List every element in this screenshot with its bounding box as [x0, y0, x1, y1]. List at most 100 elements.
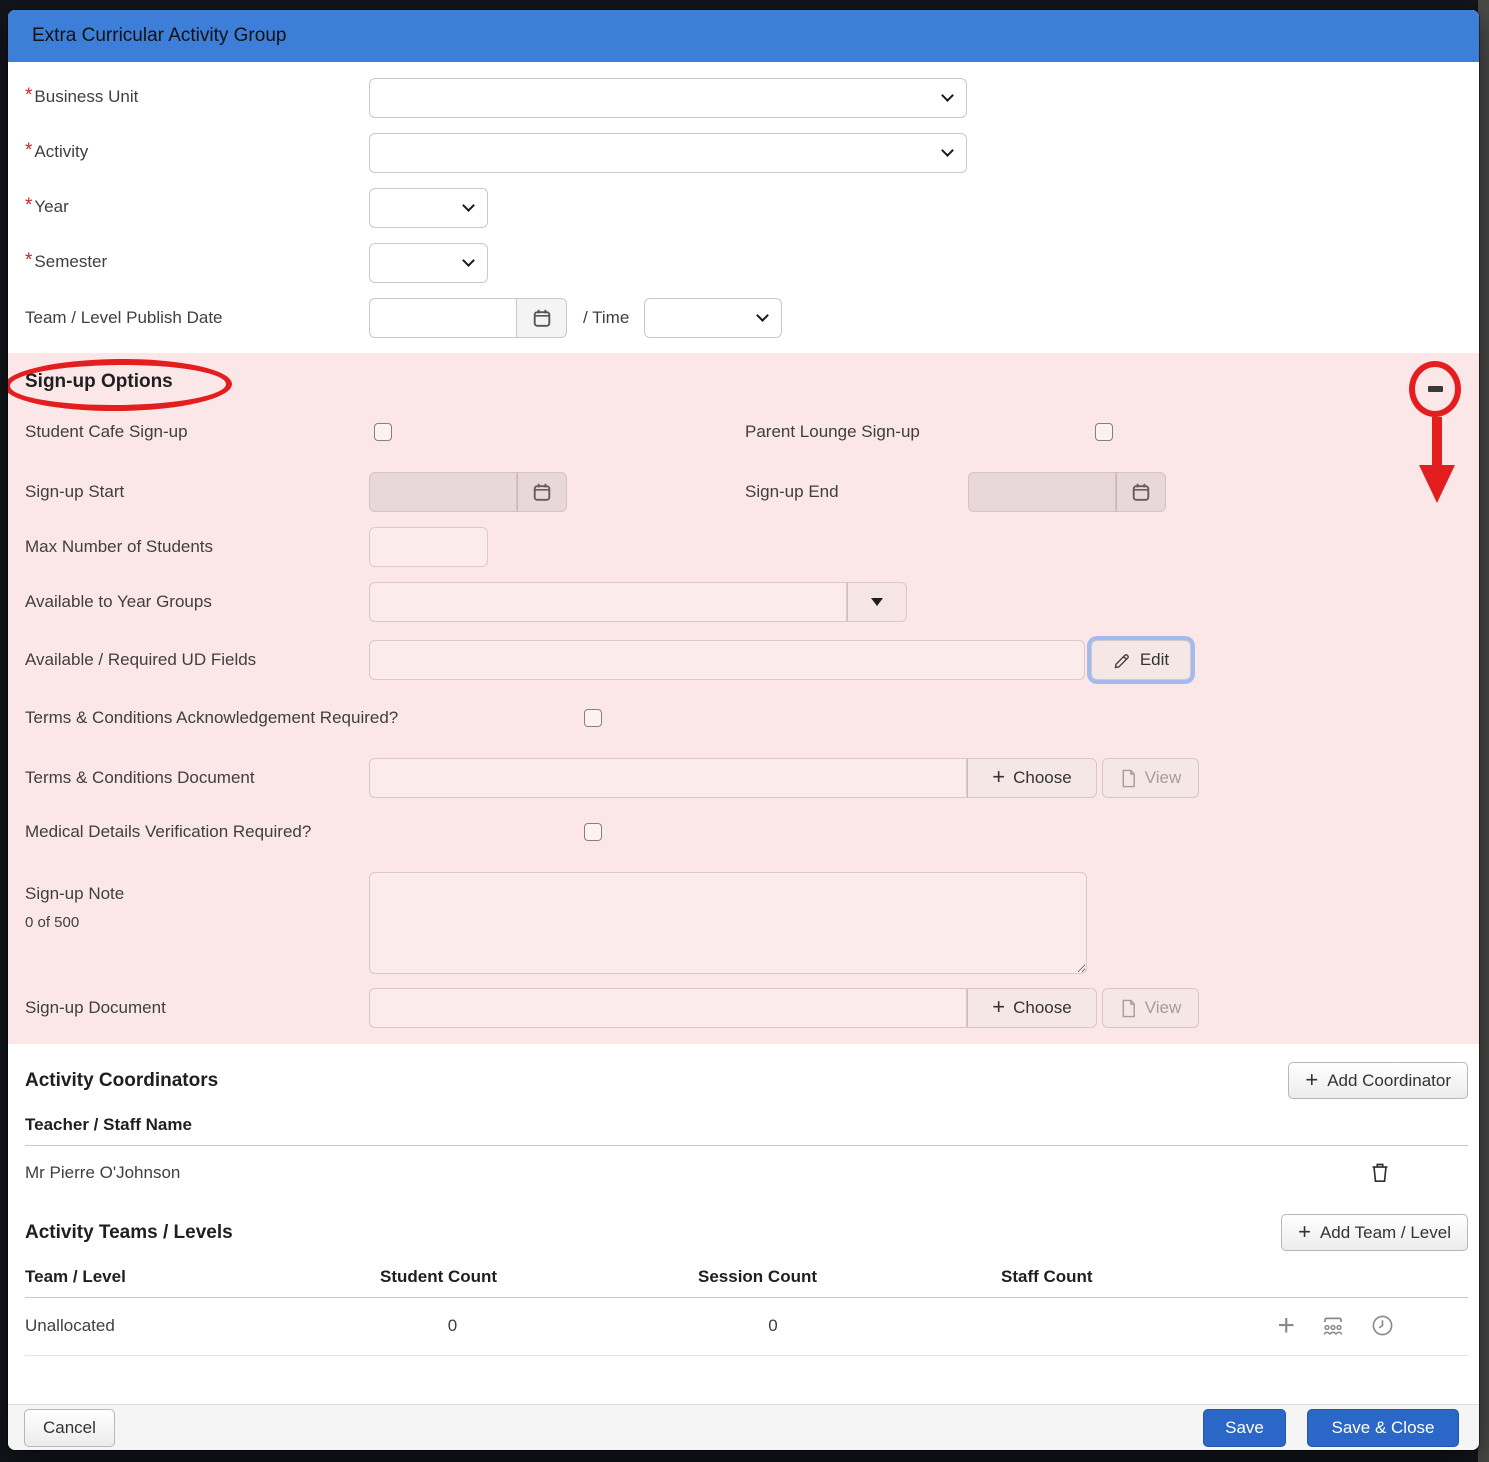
choose-button-label: Choose — [1013, 998, 1072, 1018]
collapse-section-button[interactable] — [1428, 386, 1443, 392]
max-students-input[interactable] — [369, 527, 488, 567]
teams-table-header: Team / Level Student Count Session Count… — [25, 1267, 1468, 1298]
required-marker: * — [25, 140, 32, 162]
coordinator-name: Mr Pierre O'Johnson — [25, 1163, 1370, 1183]
save-button[interactable]: Save — [1203, 1409, 1286, 1447]
calendar-icon — [1131, 482, 1151, 502]
semester-select[interactable] — [369, 243, 488, 283]
signup-document-view-button[interactable]: View — [1102, 988, 1199, 1028]
teams-heading: Activity Teams / Levels — [25, 1222, 233, 1244]
collapse-annotation-group — [1409, 361, 1465, 505]
semester-label: Semester — [34, 252, 107, 272]
choose-button-label: Choose — [1013, 768, 1072, 788]
cancel-button[interactable]: Cancel — [24, 1409, 115, 1447]
publish-date-row: Team / Level Publish Date / Time — [8, 298, 1479, 338]
activity-row: * Activity — [8, 133, 1479, 173]
chevron-down-icon — [462, 254, 475, 267]
manage-students-button[interactable] — [1321, 1315, 1345, 1337]
year-row: * Year — [8, 188, 1479, 228]
save-and-close-button[interactable]: Save & Close — [1307, 1409, 1459, 1447]
signup-options-heading: Sign-up Options — [25, 368, 1468, 396]
chevron-down-icon — [756, 309, 769, 322]
plus-icon: + — [992, 766, 1005, 788]
plus-icon: + — [1305, 1069, 1318, 1091]
signup-document-row: Sign-up Document + Choose View — [25, 988, 1468, 1028]
year-groups-row: Available to Year Groups — [25, 582, 1468, 622]
add-coordinator-button[interactable]: + Add Coordinator — [1288, 1062, 1468, 1099]
team-row: Unallocated 0 0 + — [25, 1298, 1468, 1356]
ud-fields-input[interactable] — [369, 640, 1085, 680]
parent-lounge-label: Parent Lounge Sign-up — [745, 422, 920, 441]
publish-date-calendar-button[interactable] — [517, 298, 567, 338]
parent-lounge-checkbox[interactable] — [1095, 423, 1113, 441]
year-groups-dropdown-button[interactable] — [847, 582, 907, 622]
note-char-counter: 0 of 500 — [25, 914, 79, 931]
chevron-down-icon — [941, 89, 954, 102]
signup-note-row: Sign-up Note 0 of 500 — [25, 872, 1468, 974]
people-icon — [1321, 1315, 1345, 1337]
coordinators-column-header: Teacher / Staff Name — [25, 1115, 1468, 1146]
signup-start-calendar-button[interactable] — [517, 472, 567, 512]
tc-document-input[interactable] — [369, 758, 967, 798]
publish-date-input[interactable] — [369, 298, 517, 338]
tc-document-row: Terms & Conditions Document + Choose Vie… — [25, 758, 1468, 798]
signup-document-choose-button[interactable]: + Choose — [967, 988, 1097, 1028]
year-select[interactable] — [369, 188, 488, 228]
semester-row: * Semester — [8, 243, 1479, 283]
team-student-count: 0 — [380, 1316, 698, 1336]
signup-end-calendar-button[interactable] — [1116, 472, 1166, 512]
add-team-level-label: Add Team / Level — [1320, 1223, 1451, 1243]
ud-fields-label: Available / Required UD Fields — [25, 650, 256, 670]
view-button-label: View — [1145, 998, 1182, 1018]
tc-document-choose-button[interactable]: + Choose — [967, 758, 1097, 798]
team-row-actions: + — [1201, 1314, 1468, 1337]
sessions-schedule-button[interactable] — [1371, 1314, 1394, 1337]
minus-icon — [1428, 386, 1443, 392]
chevron-down-icon — [941, 144, 954, 157]
plus-icon: + — [1277, 1316, 1295, 1336]
plus-icon: + — [1298, 1221, 1311, 1243]
trash-icon — [1370, 1161, 1390, 1184]
signup-end-input — [968, 472, 1116, 512]
business-unit-label: Business Unit — [34, 87, 138, 107]
required-marker: * — [25, 85, 32, 107]
coordinators-heading: Activity Coordinators — [25, 1070, 218, 1092]
signup-document-input[interactable] — [369, 988, 967, 1028]
tc-ack-checkbox[interactable] — [584, 709, 602, 727]
medical-checkbox[interactable] — [584, 823, 602, 841]
extra-curricular-activity-group-dialog: Extra Curricular Activity Group * Busine… — [8, 10, 1479, 1450]
signup-note-textarea[interactable] — [369, 872, 1087, 974]
team-name: Unallocated — [25, 1316, 380, 1336]
year-groups-label: Available to Year Groups — [25, 592, 212, 612]
business-unit-select[interactable] — [369, 78, 967, 118]
add-team-level-button[interactable]: + Add Team / Level — [1281, 1214, 1468, 1251]
max-students-label: Max Number of Students — [25, 537, 213, 557]
tc-ack-label: Terms & Conditions Acknowledgement Requi… — [25, 708, 398, 727]
required-marker: * — [25, 250, 32, 272]
plus-icon: + — [992, 996, 1005, 1018]
col-team-level: Team / Level — [25, 1267, 380, 1287]
ud-fields-edit-button[interactable]: Edit — [1091, 640, 1191, 680]
signup-end-label: Sign-up End — [745, 482, 839, 501]
calendar-icon — [532, 308, 552, 328]
add-session-button[interactable]: + — [1277, 1316, 1295, 1336]
student-cafe-checkbox[interactable] — [374, 423, 392, 441]
add-coordinator-label: Add Coordinator — [1327, 1071, 1451, 1091]
signup-note-label: Sign-up Note — [25, 884, 124, 904]
red-circle-annotation — [1409, 361, 1461, 417]
activity-coordinators-section: Activity Coordinators + Add Coordinator … — [8, 1044, 1479, 1188]
view-button-label: View — [1145, 768, 1182, 788]
activity-label: Activity — [34, 142, 88, 162]
coordinator-row: Mr Pierre O'Johnson — [25, 1146, 1468, 1188]
year-groups-input[interactable] — [369, 582, 847, 622]
time-label: / Time — [583, 308, 629, 328]
clock-icon — [1371, 1314, 1394, 1337]
delete-coordinator-button[interactable] — [1370, 1161, 1390, 1184]
tc-document-view-button[interactable]: View — [1102, 758, 1199, 798]
publish-date-label: Team / Level Publish Date — [25, 308, 223, 328]
activity-select[interactable] — [369, 133, 967, 173]
tc-ack-row: Terms & Conditions Acknowledgement Requi… — [25, 706, 1468, 730]
publish-time-select[interactable] — [644, 298, 782, 338]
dialog-footer: Cancel Save Save & Close — [8, 1404, 1479, 1450]
col-staff-count: Staff Count — [1001, 1267, 1468, 1287]
